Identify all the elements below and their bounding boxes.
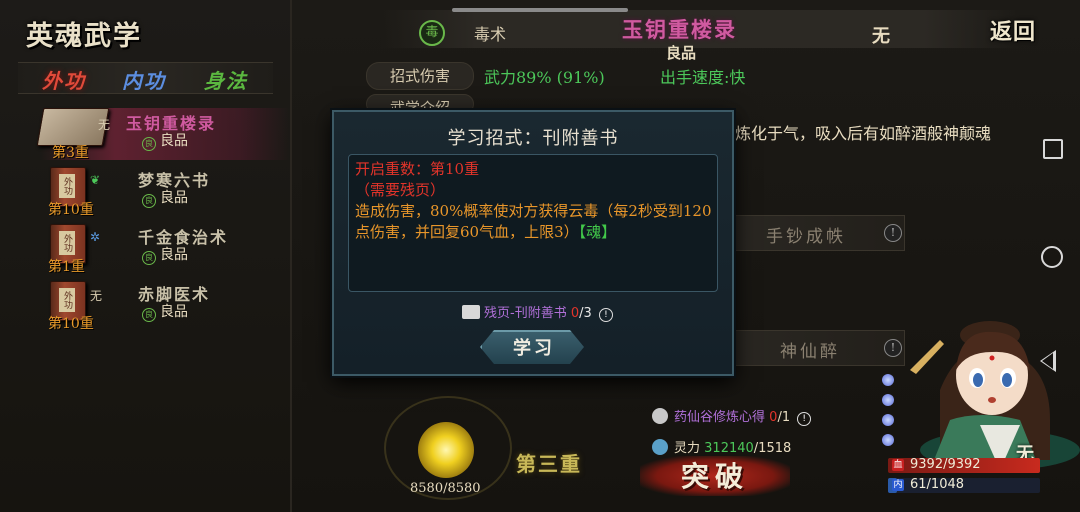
required-layer: 开启重数：第10重 <box>355 160 480 178</box>
soul-tag: 【魂】 <box>578 223 617 241</box>
category-label: 毒术 <box>474 25 507 44</box>
skill-level: 第1重 <box>48 259 85 275</box>
poison-category-icon: 毒 <box>419 20 445 46</box>
dialog-title: 学习招式：刊附善书 <box>447 128 619 149</box>
energy-orb-icon <box>418 422 474 478</box>
panel-title: 英魂武学 <box>26 21 142 52</box>
learn-move-dialog: 学习招式：刊附善书 开启重数：第10重 （需要残页） 造成伤害，80%概率使对方… <box>332 110 734 376</box>
tab-bar: 外功 内功 身法 <box>18 62 273 94</box>
attack-speed: 出手速度:快 <box>660 68 746 87</box>
element-label: 无 <box>872 26 890 47</box>
info-icon[interactable]: ! <box>884 224 902 242</box>
move-slot[interactable]: 手钞成帙 ! <box>733 215 905 251</box>
skill-list-item[interactable]: 外功 无 第10重 赤脚医术 良良品 <box>40 279 290 332</box>
skill-grade: 良良品 <box>142 130 188 151</box>
skill-level: 第10重 <box>48 316 94 332</box>
buff-gem-icon[interactable] <box>882 374 894 386</box>
move-name: 手钞成帙 <box>766 227 846 247</box>
grade-icon: 良 <box>142 251 156 265</box>
fragment-requirement: 残页-刊附善书 0/3 ! <box>462 302 613 322</box>
effect-description: 造成伤害，80%概率使对方获得云毒（每2秒受到120点伤害，并回复60气血，上限… <box>355 202 712 241</box>
breakthrough-material: 药仙谷修炼心得 0/1 ! <box>652 406 812 426</box>
info-icon[interactable]: ! <box>797 412 812 426</box>
learn-button[interactable]: 学习 <box>480 330 584 364</box>
skill-grade: 良品 <box>666 44 697 62</box>
skill-list-item[interactable]: 外功 ❦ 第10重 梦寒六书 良良品 <box>40 165 290 218</box>
nav-back-button[interactable] <box>1040 350 1056 372</box>
skill-grade: 良良品 <box>142 301 188 322</box>
spirit-icon <box>652 439 668 455</box>
buff-gem-icon[interactable] <box>882 434 894 446</box>
tab-waigong[interactable]: 外功 <box>42 65 86 94</box>
description-box: 开启重数：第10重 （需要残页） 造成伤害，80%概率使对方获得云毒（每2秒受到… <box>348 154 718 292</box>
skill-grade: 良良品 <box>142 187 188 208</box>
tab-shenfa[interactable]: 身法 <box>204 65 248 94</box>
skill-level: 第3重 <box>52 145 89 161</box>
hp-value: 9392/9392 <box>910 457 981 472</box>
heal-icon: ✲ <box>90 230 101 244</box>
damage-value: 武力89% (91%) <box>484 68 605 87</box>
skill-list-item[interactable]: 外功 ✲ 第1重 千金食治术 良良品 <box>40 222 290 275</box>
back-button[interactable]: 返回 <box>990 14 1036 46</box>
grade-icon: 良 <box>142 137 156 151</box>
poison-icon: ❦ <box>90 173 101 187</box>
intro-text: 炼化于气，吸入后有如醉酒般神颠魂 <box>735 124 992 143</box>
hp-icon: 血 <box>892 459 904 471</box>
scroll-icon <box>652 408 668 424</box>
damage-label: 招式伤害 <box>366 62 474 90</box>
skill-grade: 良良品 <box>142 244 188 265</box>
grade-icon: 良 <box>142 194 156 208</box>
mp-bar: 内 61/1048 <box>888 477 1040 493</box>
skill-list-item[interactable]: 无 第3重 玉钥重楼录 良良品 <box>36 108 290 161</box>
skill-kind-mark: 无 <box>90 289 103 303</box>
info-icon[interactable]: ! <box>598 308 613 322</box>
buff-gem-icon[interactable] <box>882 394 894 406</box>
home-button[interactable] <box>1041 246 1063 268</box>
orb-value: 8580/8580 <box>410 481 481 496</box>
mp-icon: 内 <box>892 479 904 491</box>
mp-value: 61/1048 <box>910 477 965 492</box>
stage-label: 第三重 <box>516 452 582 476</box>
required-fragment-note: （需要残页） <box>355 181 446 199</box>
grade-icon: 良 <box>142 308 156 322</box>
breakthrough-button[interactable]: 突破 <box>640 456 790 496</box>
fragment-page-icon <box>462 305 480 319</box>
spirit-power-requirement: 灵力 312140/1518 <box>652 437 791 456</box>
tab-neigong[interactable]: 内功 <box>122 65 166 94</box>
drag-handle[interactable] <box>452 8 628 12</box>
recent-apps-button[interactable] <box>1043 139 1063 159</box>
buff-gem-icon[interactable] <box>882 414 894 426</box>
skill-level: 第10重 <box>48 202 94 218</box>
move-name: 神仙醉 <box>780 342 840 362</box>
skill-title: 玉钥重楼录 <box>622 17 737 42</box>
hp-bar: 血 9392/9392 <box>888 457 1040 473</box>
skill-kind-mark: 无 <box>98 118 111 132</box>
